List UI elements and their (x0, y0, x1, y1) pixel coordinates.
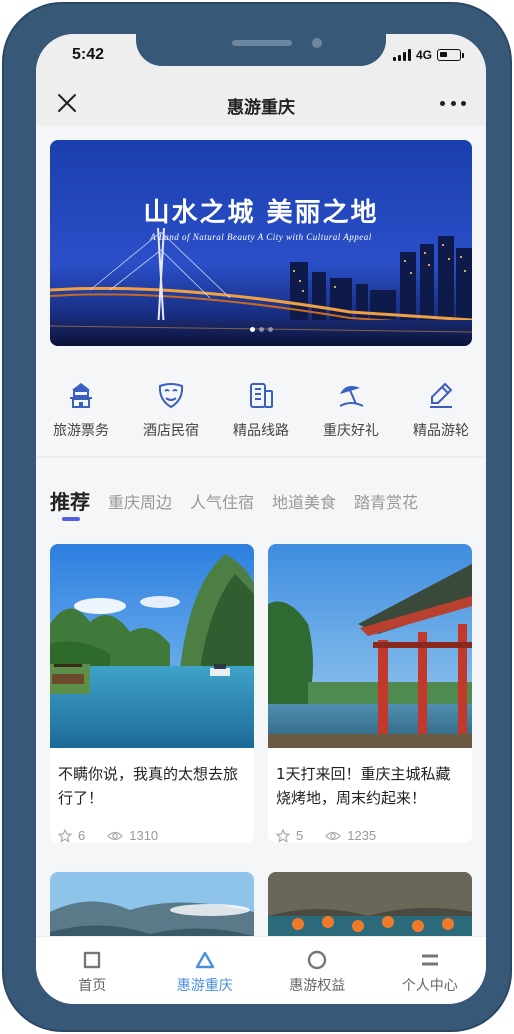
tab-flowers[interactable]: 踏青赏花 (354, 486, 418, 513)
category-hotels[interactable]: 酒店民宿 (126, 354, 216, 454)
card-title: 1天打来回！重庆主城私藏烧烤地，周末约起来！ (276, 765, 451, 807)
phone-frame: 5:42 4G 惠游重庆 山水之城 美丽之地 A Land of Natural… (2, 2, 512, 1032)
carousel-dot-active (249, 327, 255, 332)
banner-image (50, 140, 472, 346)
category-grid: 旅游票务 酒店民宿 精品线路 重庆好礼 精品游轮 (36, 354, 486, 454)
network-type: 4G (415, 48, 432, 62)
tab-label: 惠游重庆 (176, 978, 233, 994)
mask-icon (154, 378, 188, 412)
star-icon[interactable] (58, 828, 72, 843)
battery-icon (437, 49, 461, 61)
like-count: 5 (296, 828, 304, 843)
card-meta: 6 1310 (50, 828, 254, 843)
feed-card[interactable]: 1天打来回！重庆主城私藏烧烤地，周末约起来！ 5 1235 (268, 544, 472, 843)
more-icon[interactable] (440, 92, 466, 114)
content-tabs: 推荐 重庆周边 人气住宿 地道美食 踏青赏花 (50, 486, 480, 526)
view-count: 1310 (129, 828, 159, 843)
category-tickets[interactable]: 旅游票务 (36, 354, 126, 454)
card-image-rafting (268, 872, 472, 936)
battery-tip (462, 52, 464, 58)
pen-icon (424, 378, 458, 412)
speaker-grille (232, 40, 292, 46)
banner-subtitle: A Land of Natural Beauty A City with Cul… (150, 232, 372, 242)
eye-icon (325, 831, 342, 840)
tab-huiyou-chongqing[interactable]: 惠游重庆 (149, 937, 262, 1004)
card-title: 不瞒你说，我真的太想去旅行了！ (58, 765, 239, 807)
category-label: 精品游轮 (413, 423, 469, 439)
tab-nearby[interactable]: 重庆周边 (108, 486, 172, 513)
bottom-tab-bar: 首页 惠游重庆 惠游权益 个人中心 (36, 936, 486, 1004)
carousel-dot (258, 327, 264, 332)
pagoda-icon (64, 378, 98, 412)
tab-home[interactable]: 首页 (36, 937, 149, 1004)
star-icon[interactable] (276, 828, 290, 843)
nav-bar: 惠游重庆 (36, 82, 486, 126)
category-cruises[interactable]: 精品游轮 (396, 354, 486, 454)
triangle-icon (194, 949, 216, 971)
tab-recommend[interactable]: 推荐 (50, 486, 90, 521)
tab-stays[interactable]: 人气住宿 (190, 486, 254, 513)
square-icon (81, 949, 103, 971)
tab-benefits[interactable]: 惠游权益 (261, 937, 374, 1004)
front-camera (312, 38, 322, 48)
content-scroll[interactable]: 山水之城 美丽之地 A Land of Natural Beauty A Cit… (36, 126, 486, 936)
phone-screen: 5:42 4G 惠游重庆 山水之城 美丽之地 A Land of Natural… (36, 34, 486, 1004)
category-label: 重庆好礼 (323, 423, 379, 439)
status-icons: 4G (392, 48, 464, 62)
tab-label: 惠游权益 (289, 978, 346, 994)
card-image-pavilion (268, 544, 472, 748)
beach-umbrella-icon (334, 378, 368, 412)
category-label: 旅游票务 (53, 423, 109, 439)
view-count: 1235 (347, 828, 377, 843)
tab-label: 首页 (78, 978, 107, 994)
tab-food[interactable]: 地道美食 (272, 486, 336, 513)
carousel-dot (267, 327, 273, 332)
signal-icon (392, 49, 411, 61)
lines-icon (419, 949, 441, 971)
tab-label: 个人中心 (401, 978, 458, 994)
card-meta: 5 1235 (268, 828, 472, 843)
status-time: 5:42 (72, 46, 105, 63)
feed-card[interactable] (268, 872, 472, 936)
card-image-mountains (50, 872, 254, 936)
banner-title: 山水之城 美丽之地 (143, 198, 379, 228)
building-icon (244, 378, 278, 412)
card-image-river (50, 544, 254, 748)
circle-icon (306, 949, 328, 971)
category-routes[interactable]: 精品线路 (216, 354, 306, 454)
category-label: 精品线路 (233, 423, 289, 439)
feed-card[interactable]: 不瞒你说，我真的太想去旅行了！ 6 1310 (50, 544, 254, 843)
like-count: 6 (78, 828, 86, 843)
tab-label: 推荐 (50, 490, 90, 514)
carousel-dots (50, 327, 472, 332)
eye-icon (107, 831, 124, 840)
banner-carousel[interactable]: 山水之城 美丽之地 A Land of Natural Beauty A Cit… (50, 140, 472, 346)
feed-card[interactable] (50, 872, 254, 936)
category-label: 酒店民宿 (143, 423, 199, 439)
page-title: 惠游重庆 (227, 98, 295, 118)
notch (136, 34, 386, 66)
tab-indicator (62, 517, 80, 521)
tab-profile[interactable]: 个人中心 (374, 937, 487, 1004)
section-divider (36, 456, 486, 458)
category-gifts[interactable]: 重庆好礼 (306, 354, 396, 454)
